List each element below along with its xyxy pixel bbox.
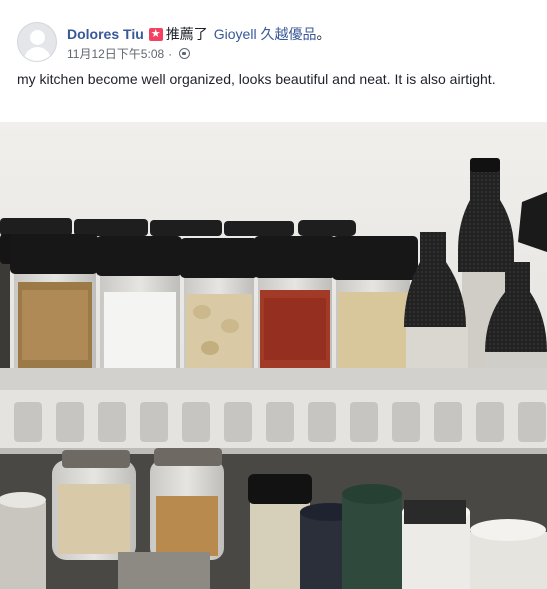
globe-icon[interactable] [179, 48, 191, 59]
spice-jar-row [0, 234, 418, 370]
back-row-jars [0, 218, 356, 236]
spice-jar-pistachios [180, 238, 258, 370]
meta-separator: · [168, 46, 173, 61]
avatar[interactable] [17, 22, 57, 62]
avatar-head-shape [30, 30, 45, 45]
post-title-line: Dolores Tiu 推薦了 Gioyell 久越優品 。 [67, 24, 330, 44]
spice-jar-goji-berries [254, 236, 336, 370]
post-meta: 11月12日下午5:08 · [67, 45, 191, 62]
post-body-text: my kitchen become well organized, looks … [17, 71, 496, 87]
spice-jar-salt [96, 236, 182, 370]
recommend-star-icon [148, 27, 163, 41]
author-name-link[interactable]: Dolores Tiu [67, 26, 144, 42]
spice-jar-peanuts [10, 234, 98, 370]
recommend-action-text: 推薦了 [165, 26, 208, 42]
post-photo[interactable] [0, 122, 547, 589]
page-name-link[interactable]: Gioyell 久越優品 [214, 24, 317, 44]
title-punctuation: 。 [316, 26, 331, 42]
post-timestamp-link[interactable]: 11月12日下午5:08 [67, 45, 164, 62]
spice-rack-shelf [0, 368, 547, 454]
avatar-body-shape [24, 47, 51, 61]
spice-jar-sesame [332, 236, 418, 370]
post-header: Dolores Tiu 推薦了 Gioyell 久越優品 。 11月12日下午5… [0, 0, 547, 122]
